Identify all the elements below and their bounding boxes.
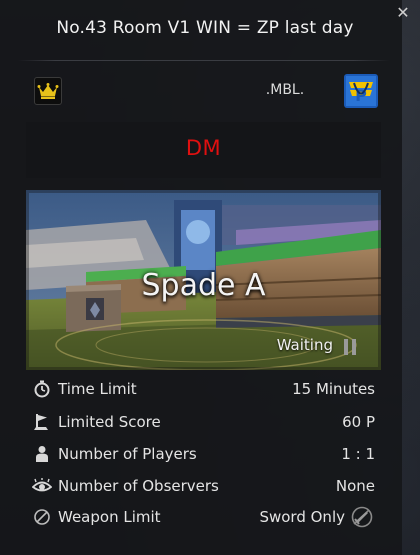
room-title: No.43 Room V1 WIN = ZP last day <box>56 18 354 38</box>
players-label: Number of Players <box>58 445 197 463</box>
observers-value: None <box>335 477 375 495</box>
eye-icon <box>30 475 54 497</box>
game-mode-box: DM <box>26 122 381 178</box>
stopwatch-icon <box>30 378 54 400</box>
clan-name: .MBL. <box>265 82 305 98</box>
info-row-weapon-limit: Weapon Limit Sword Only <box>26 501 381 533</box>
flag-icon <box>30 411 54 433</box>
close-icon[interactable]: ✕ <box>394 4 412 22</box>
time-limit-value: 15 Minutes <box>292 380 375 398</box>
title-divider <box>18 60 390 61</box>
time-limit-label: Time Limit <box>58 380 137 398</box>
room-info-panel: No.43 Room V1 WIN = ZP last day .MBL. P … <box>0 0 402 555</box>
game-mode-label: DM <box>185 136 222 160</box>
room-status: Waiting <box>276 336 333 354</box>
players-value: 1 : 1 <box>341 445 375 463</box>
info-row-time-limit: Time Limit 15 Minutes <box>26 373 381 405</box>
limited-score-value: 60 P <box>342 413 375 431</box>
map-name: Spade A <box>141 268 266 303</box>
info-row-observers: Number of Observers None <box>26 470 381 502</box>
map-preview: Spade A Waiting <box>26 190 381 370</box>
sword-restriction-icon <box>349 506 375 528</box>
info-row-players: Number of Players 1 : 1 <box>26 438 381 470</box>
observers-label: Number of Observers <box>58 477 219 495</box>
info-row-limited-score: Limited Score 60 P <box>26 406 381 438</box>
weapon-limit-label: Weapon Limit <box>58 508 161 526</box>
pause-icon <box>343 339 357 355</box>
limited-score-label: Limited Score <box>58 413 161 431</box>
clan-emblem-icon: P <box>344 74 378 108</box>
no-entry-icon <box>30 506 54 528</box>
crown-icon <box>34 77 62 105</box>
player-icon <box>30 443 54 465</box>
weapon-limit-value: Sword Only <box>259 508 345 526</box>
